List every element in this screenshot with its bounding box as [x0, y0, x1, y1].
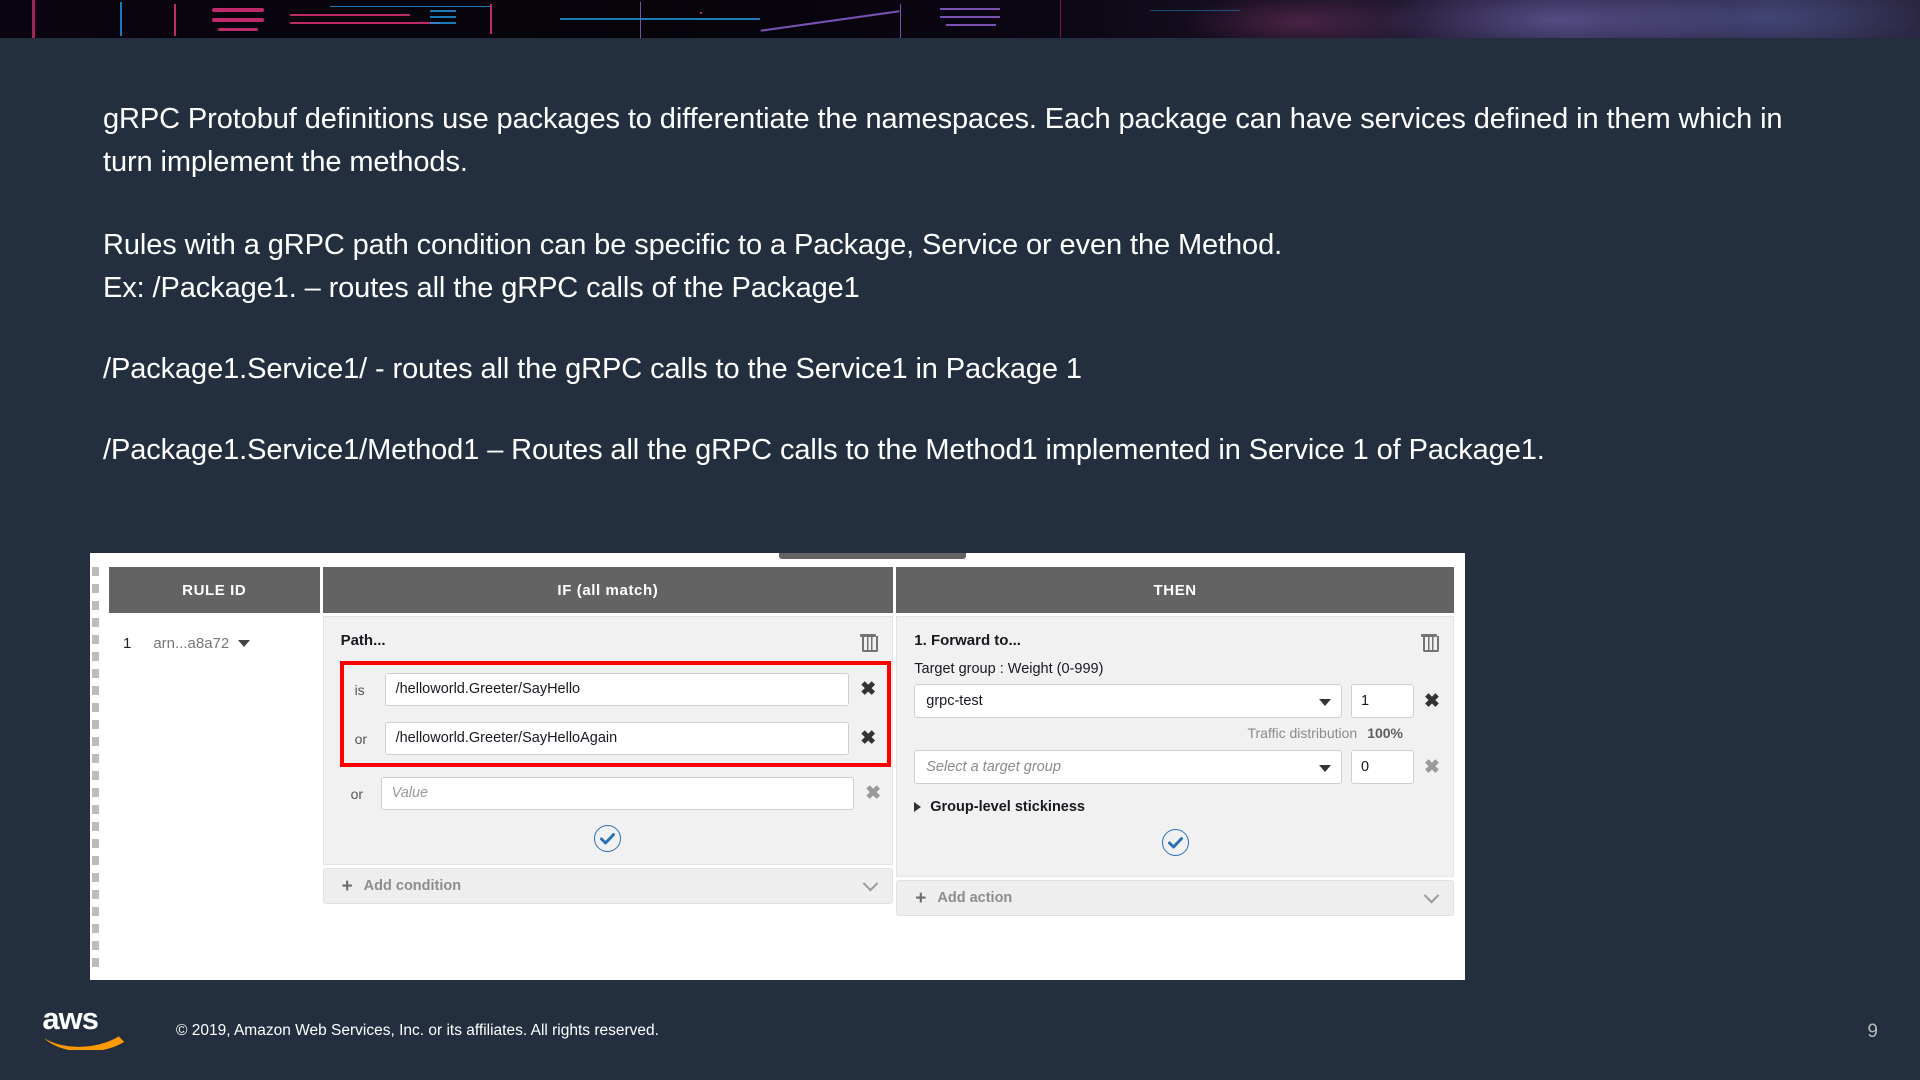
then-column: 1. Forward to... Target group : Weight (… — [896, 616, 1454, 916]
rule-row: 1 arn...a8a72 Path... is /helloworld.Gre… — [109, 616, 1454, 916]
target-group-weight-input[interactable]: 0 — [1351, 750, 1414, 784]
paragraph-2: Rules with a gRPC path condition can be … — [103, 229, 1283, 304]
confirm-action-button[interactable] — [1161, 829, 1189, 856]
target-group-row: grpc-test 1 ✖ — [897, 684, 1453, 718]
condition-type-label: Path... — [340, 631, 386, 649]
traffic-distribution: Traffic distribution 100% — [897, 718, 1453, 741]
plus-icon: + — [341, 875, 353, 897]
condition-operator: or — [354, 730, 368, 747]
condition-operator: is — [354, 681, 365, 698]
action-panel-header: 1. Forward to... — [897, 617, 1453, 661]
condition-panel-header: Path... — [324, 617, 893, 661]
add-action-label-wrap: + Add action — [915, 889, 1012, 908]
cut-off-tab — [779, 553, 966, 559]
svg-text:aws: aws — [42, 1001, 98, 1036]
chevron-down-icon — [1423, 887, 1440, 903]
column-header-if: IF (all match) — [322, 567, 894, 613]
chevron-down-icon — [238, 640, 251, 647]
remove-target-group-icon[interactable]: ✖ — [1423, 692, 1441, 711]
traffic-distribution-value: 100% — [1367, 725, 1403, 741]
condition-operator: or — [350, 785, 364, 802]
rule-arn-label: arn...a8a72 — [153, 635, 230, 652]
condition-value-input[interactable]: /helloworld.Greeter/SayHelloAgain — [384, 722, 850, 755]
rule-number: 1 — [123, 635, 132, 652]
target-group-placeholder: Select a target group — [926, 759, 1061, 775]
target-group-row: Select a target group 0 ✖ — [897, 741, 1453, 784]
red-highlight-box: is /helloworld.Greeter/SayHello ✖ or /he… — [339, 661, 892, 767]
column-header-then: THEN — [896, 567, 1454, 613]
group-level-stickiness-label: Group-level stickiness — [930, 799, 1085, 815]
action-title: 1. Forward to... — [914, 631, 1021, 649]
delete-condition-icon[interactable] — [859, 630, 879, 652]
column-header-rule-id: RULE ID — [109, 567, 320, 613]
condition-value-input[interactable]: Value — [380, 777, 855, 810]
decorative-tech-banner — [0, 0, 1920, 38]
page-number: 9 — [1867, 1021, 1878, 1042]
delete-action-icon[interactable] — [1420, 630, 1439, 652]
left-dashed-rail — [92, 567, 99, 967]
remove-condition-icon[interactable]: ✖ — [859, 680, 877, 699]
add-condition-button[interactable]: + Add condition — [322, 868, 894, 904]
confirm-conditions-button[interactable] — [594, 825, 622, 852]
condition-value-input[interactable]: /helloworld.Greeter/SayHello — [384, 673, 850, 706]
group-level-stickiness-toggle[interactable]: Group-level stickiness — [897, 784, 1453, 815]
target-group-weight-input[interactable]: 1 — [1351, 684, 1414, 718]
paragraph-4: /Package1.Service1/Method1 – Routes all … — [103, 434, 1545, 466]
remove-condition-icon[interactable]: ✖ — [864, 784, 882, 803]
plus-icon: + — [915, 887, 927, 909]
action-panel: 1. Forward to... Target group : Weight (… — [896, 616, 1454, 877]
chevron-right-icon — [914, 802, 922, 812]
target-group-select[interactable]: Select a target group — [914, 750, 1342, 784]
aws-logo: aws — [42, 1001, 125, 1050]
remove-target-group-icon[interactable]: ✖ — [1423, 758, 1441, 777]
condition-row: or /helloworld.Greeter/SayHelloAgain ✖ — [344, 714, 888, 763]
condition-row: or Value ✖ — [351, 769, 883, 818]
target-group-select[interactable]: grpc-test — [914, 684, 1342, 718]
check-icon — [1167, 836, 1183, 848]
remove-condition-icon[interactable]: ✖ — [859, 729, 877, 748]
paragraph-3: /Package1.Service1/ - routes all the gRP… — [103, 353, 1082, 385]
traffic-distribution-label: Traffic distribution — [1247, 725, 1358, 741]
aws-console-screenshot: RULE ID IF (all match) THEN 1 arn...a8a7… — [90, 553, 1465, 980]
confirm-conditions-area — [324, 822, 893, 864]
rule-arn-dropdown[interactable]: arn...a8a72 — [153, 635, 251, 652]
if-column: Path... is /helloworld.Greeter/SayHello … — [322, 616, 894, 904]
add-condition-label: Add condition — [363, 878, 462, 894]
target-group-value: grpc-test — [926, 693, 983, 709]
copyright-text: © 2019, Amazon Web Services, Inc. or its… — [176, 1022, 659, 1039]
confirm-action-area — [897, 815, 1453, 870]
condition-panel: Path... is /helloworld.Greeter/SayHello … — [322, 616, 894, 865]
rules-grid: RULE ID IF (all match) THEN 1 arn...a8a7… — [109, 567, 1454, 916]
check-icon — [600, 832, 616, 844]
rule-id-cell: 1 arn...a8a72 — [109, 616, 320, 652]
chevron-down-icon — [1319, 699, 1331, 706]
condition-row: is /helloworld.Greeter/SayHello ✖ — [344, 665, 888, 714]
target-group-weight-label: Target group : Weight (0-999) — [914, 661, 1104, 677]
chevron-down-icon — [1319, 765, 1331, 772]
paragraph-1: gRPC Protobuf definitions use packages t… — [103, 103, 1783, 178]
slide-body-text: gRPC Protobuf definitions use packages t… — [103, 98, 1783, 472]
grid-header-row: RULE ID IF (all match) THEN — [109, 567, 1454, 613]
chevron-down-icon — [862, 875, 879, 891]
add-action-button[interactable]: + Add action — [896, 880, 1454, 916]
empty-condition-area: or Value ✖ — [324, 767, 893, 822]
add-condition-label-wrap: + Add condition — [342, 877, 462, 896]
add-action-label: Add action — [937, 890, 1013, 906]
